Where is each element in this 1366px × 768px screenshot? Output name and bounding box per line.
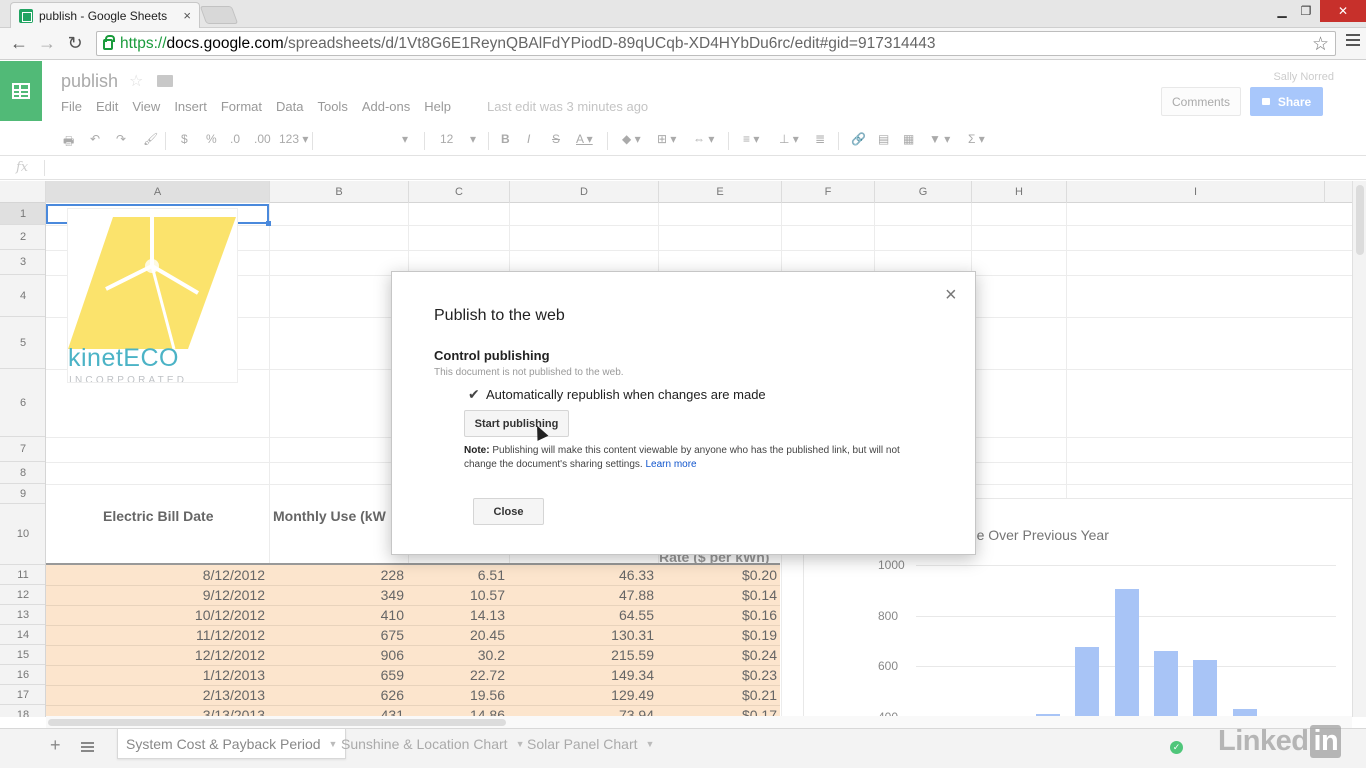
start-publishing-button[interactable]: Start publishing: [464, 410, 569, 437]
browser-tab[interactable]: publish - Google Sheets ×: [10, 2, 200, 28]
tab-title: publish - Google Sheets: [39, 8, 168, 23]
learn-more-link[interactable]: Learn more: [645, 459, 696, 470]
tab-close-icon[interactable]: ×: [183, 8, 191, 23]
browser-navbar: ← → ↻ https://docs.google.com/spreadshee…: [0, 28, 1366, 60]
auto-republish-label[interactable]: Automatically republish when changes are…: [486, 387, 766, 402]
address-bar[interactable]: https://docs.google.com/spreadsheets/d/1…: [96, 31, 1336, 56]
browser-menu-icon[interactable]: [1346, 34, 1360, 48]
browser-tabstrip: publish - Google Sheets × ▁ ❐ ✕: [0, 0, 1366, 28]
bookmark-star-icon[interactable]: ☆: [1312, 33, 1329, 56]
dialog-close-icon[interactable]: ×: [945, 284, 957, 307]
sheets-favicon-icon: [19, 8, 33, 23]
minimize-icon[interactable]: ▁: [1270, 0, 1294, 22]
restore-icon[interactable]: ❐: [1294, 0, 1318, 22]
reload-icon[interactable]: ↻: [64, 32, 86, 54]
publish-dialog: × Publish to the web Control publishing …: [391, 271, 976, 555]
publish-status: This document is not published to the we…: [434, 367, 624, 378]
auto-republish-checkbox[interactable]: ✔: [468, 387, 482, 401]
window-close-icon[interactable]: ✕: [1320, 0, 1366, 22]
close-button[interactable]: Close: [473, 498, 544, 525]
new-tab-button[interactable]: [199, 6, 239, 24]
control-publishing-heading: Control publishing: [434, 348, 550, 363]
lock-icon: [103, 35, 115, 50]
publishing-note: Note: Publishing will make this content …: [464, 445, 900, 470]
back-arrow-icon[interactable]: ←: [8, 32, 30, 54]
forward-arrow-icon[interactable]: →: [36, 32, 58, 54]
url-text: https://docs.google.com/spreadsheets/d/1…: [120, 34, 936, 52]
dialog-title: Publish to the web: [434, 307, 565, 324]
